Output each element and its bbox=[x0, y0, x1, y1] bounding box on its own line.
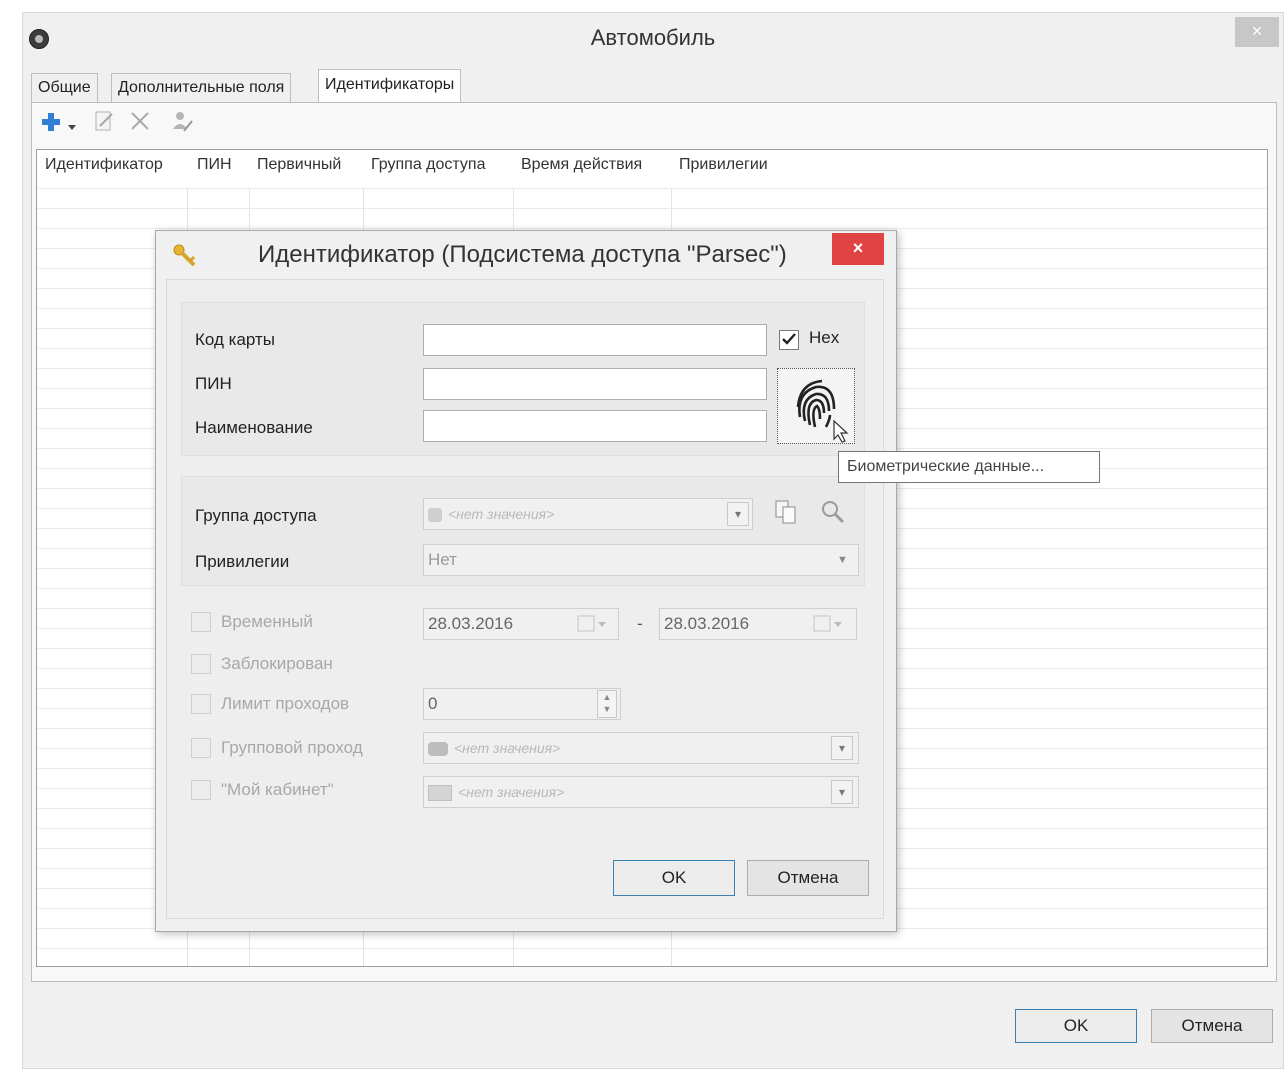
group-pass-select[interactable]: <нет значения> bbox=[423, 732, 859, 764]
hex-label: Hex bbox=[809, 328, 840, 347]
biometric-tooltip: Биометрические данные... bbox=[838, 451, 1100, 483]
user-assign-icon bbox=[173, 112, 193, 132]
ok-button[interactable]: OK bbox=[1015, 1009, 1137, 1043]
lock-icon bbox=[428, 507, 442, 522]
column-header-identifier[interactable]: Идентификатор bbox=[45, 156, 163, 174]
copy-button[interactable] bbox=[773, 498, 799, 531]
pin-label: ПИН bbox=[195, 374, 232, 393]
window-close-button[interactable]: × bbox=[1235, 17, 1279, 47]
hex-checkbox[interactable] bbox=[779, 330, 799, 350]
chevron-down-icon[interactable]: ▾ bbox=[727, 502, 749, 526]
pass-limit-checkbox[interactable] bbox=[191, 694, 211, 714]
dialog-cancel-button[interactable]: Отмена bbox=[747, 860, 869, 896]
pass-limit-label: Лимит проходов bbox=[221, 694, 350, 713]
identifier-dialog: Идентификатор (Подсистема доступа "Parse… bbox=[155, 230, 897, 932]
privileges-select[interactable]: Нет bbox=[423, 544, 859, 576]
name-label: Наименование bbox=[195, 418, 313, 437]
grid-row-line bbox=[37, 208, 1267, 209]
column-header-validity-time[interactable]: Время действия bbox=[521, 156, 642, 174]
people-icon bbox=[428, 741, 448, 756]
calendar-icon[interactable] bbox=[813, 614, 843, 639]
temporary-checkbox[interactable] bbox=[191, 612, 211, 632]
grid-row-line bbox=[37, 948, 1267, 949]
privileges-label: Привилегии bbox=[195, 552, 290, 571]
blocked-label: Заблокирован bbox=[221, 654, 333, 673]
tab-identifiers[interactable]: Идентификаторы bbox=[318, 69, 462, 103]
edit-icon bbox=[95, 111, 113, 131]
cancel-button[interactable]: Отмена bbox=[1151, 1009, 1273, 1043]
access-group-label: Группа доступа bbox=[195, 506, 317, 525]
add-button[interactable] bbox=[40, 111, 70, 135]
calendar-icon[interactable] bbox=[577, 614, 607, 639]
biometric-button[interactable] bbox=[777, 368, 855, 444]
card-code-input[interactable] bbox=[423, 324, 767, 356]
title-bar: Автомобиль × bbox=[23, 13, 1283, 65]
grid-row-line bbox=[37, 228, 1267, 229]
delete-button[interactable] bbox=[128, 109, 152, 138]
column-header-privileges[interactable]: Привилегии bbox=[679, 156, 768, 174]
add-icon bbox=[42, 113, 60, 131]
dialog-close-button[interactable]: × bbox=[832, 233, 884, 265]
key-icon bbox=[172, 243, 198, 274]
fingerprint-icon bbox=[796, 379, 849, 443]
window-title: Автомобиль bbox=[590, 25, 716, 50]
chevron-down-icon[interactable]: ▾ bbox=[831, 780, 853, 804]
delete-icon bbox=[131, 112, 149, 130]
edit-button[interactable] bbox=[92, 109, 116, 138]
assign-user-button[interactable] bbox=[170, 109, 194, 138]
dialog-title: Идентификатор (Подсистема доступа "Parse… bbox=[258, 241, 787, 268]
search-icon bbox=[822, 501, 845, 524]
group-pass-label: Групповой проход bbox=[221, 738, 363, 757]
access-group-select[interactable]: <нет значения> bbox=[423, 498, 753, 530]
checkmark-icon bbox=[782, 333, 796, 345]
my-cabinet-select[interactable]: <нет значения> bbox=[423, 776, 859, 808]
folder-icon bbox=[428, 784, 452, 801]
pin-input[interactable] bbox=[423, 368, 767, 400]
blocked-checkbox[interactable] bbox=[191, 654, 211, 674]
tab-general[interactable]: Общие bbox=[31, 73, 98, 103]
card-code-label: Код карты bbox=[195, 330, 275, 349]
dialog-body: Код карты Hex ПИН Наименование Группа до… bbox=[166, 279, 884, 919]
add-dropdown-button[interactable] bbox=[68, 117, 78, 137]
dropdown-arrow-icon bbox=[68, 125, 76, 130]
chevron-down-icon: ▼ bbox=[837, 554, 848, 566]
pass-limit-input[interactable]: 0 bbox=[423, 688, 621, 720]
date-separator: - bbox=[637, 614, 643, 633]
temporary-label: Временный bbox=[221, 612, 313, 631]
dialog-ok-button[interactable]: OK bbox=[613, 860, 735, 896]
column-header-pin[interactable]: ПИН bbox=[197, 156, 232, 174]
my-cabinet-checkbox[interactable] bbox=[191, 780, 211, 800]
search-button[interactable] bbox=[819, 498, 847, 531]
stepper-icon[interactable]: ▲ ▼ bbox=[597, 690, 617, 718]
column-header-access-group[interactable]: Группа доступа bbox=[371, 156, 485, 174]
copy-icon bbox=[775, 500, 796, 524]
column-header-primary[interactable]: Первичный bbox=[257, 156, 341, 174]
chevron-down-icon[interactable]: ▾ bbox=[831, 736, 853, 760]
name-input[interactable] bbox=[423, 410, 767, 442]
my-cabinet-label: "Мой кабинет" bbox=[221, 780, 334, 799]
grid-row-line bbox=[37, 188, 1267, 189]
group-pass-checkbox[interactable] bbox=[191, 738, 211, 758]
tab-additional-fields[interactable]: Дополнительные поля bbox=[111, 73, 292, 103]
